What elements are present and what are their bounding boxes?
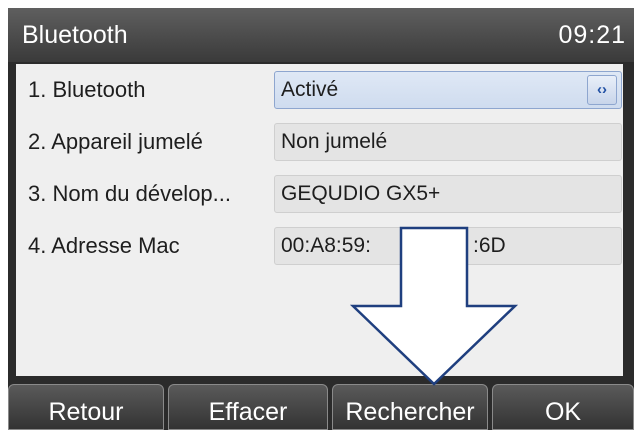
setting-label: 4. Adresse Mac xyxy=(28,233,180,258)
paired-device-field: Non jumelé xyxy=(274,123,622,161)
clock: 09:21 xyxy=(558,21,626,49)
title-bar: Bluetooth 09:21 xyxy=(8,8,634,62)
setting-value: Non jumelé xyxy=(281,130,388,153)
setting-value: 00:A8:59: xyxy=(281,234,371,257)
search-button[interactable]: Rechercher xyxy=(332,384,488,430)
setting-label: 1. Bluetooth xyxy=(28,77,146,102)
ok-button[interactable]: OK xyxy=(492,384,634,430)
setting-row-paired-device[interactable]: 2. Appareil jumelé Non jumelé xyxy=(16,116,623,168)
page-title: Bluetooth xyxy=(22,21,128,49)
setting-value: GEQUDIO GX5+ xyxy=(281,182,441,205)
setting-row-mac-address[interactable]: 4. Adresse Mac 00:A8:59: :6D xyxy=(16,220,623,272)
setting-value: Activé xyxy=(281,78,339,101)
setting-label: 3. Nom du dévelop... xyxy=(28,181,232,206)
setting-row-bluetooth[interactable]: 1. Bluetooth Activé ‹› xyxy=(16,64,623,116)
setting-value-tail: :6D xyxy=(473,234,506,257)
setting-label: 2. Appareil jumelé xyxy=(28,129,203,154)
back-button[interactable]: Retour xyxy=(8,384,164,430)
device-name-field[interactable]: GEQUDIO GX5+ xyxy=(274,175,622,213)
mac-address-field: 00:A8:59: :6D xyxy=(274,227,622,265)
setting-row-device-name[interactable]: 3. Nom du dévelop... GEQUDIO GX5+ xyxy=(16,168,623,220)
bluetooth-toggle-field[interactable]: Activé ‹› xyxy=(274,71,622,109)
settings-panel: 1. Bluetooth Activé ‹› 2. Appareil jumel… xyxy=(16,64,623,376)
clear-button[interactable]: Effacer xyxy=(168,384,328,430)
left-right-arrows-icon[interactable]: ‹› xyxy=(587,75,617,105)
softkey-bar: Retour Effacer Rechercher OK xyxy=(8,384,634,430)
